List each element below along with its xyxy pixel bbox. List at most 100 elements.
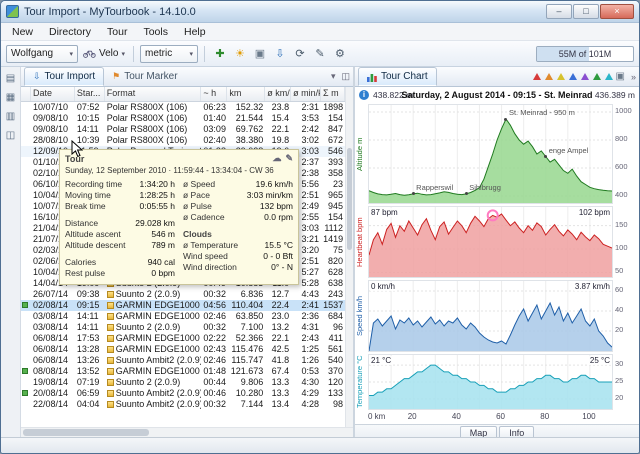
title-bar[interactable]: Tour Import - MyTourbook - 14.10.0 – □ ×	[1, 1, 639, 23]
horizontal-scrollbar[interactable]	[21, 427, 353, 437]
table-row[interactable]: 09/08/1014:11Polar RS800X (106)03:0969.7…	[21, 124, 345, 135]
graph-power-button[interactable]	[545, 73, 553, 80]
table-row[interactable]: 02/08/1409:15GARMIN EDGE1000 (2.30)04:56…	[21, 300, 345, 311]
column-header[interactable]: Format	[105, 87, 202, 101]
menu-directory[interactable]: Directory	[41, 25, 99, 39]
temperature-chart[interactable]: Temperature °C 21 °C25 °C 202530	[355, 354, 639, 410]
menu-tools[interactable]: Tools	[135, 25, 176, 39]
x-axis-tick: 20	[408, 412, 417, 421]
graph-speed-button[interactable]	[569, 73, 577, 80]
table-row[interactable]: 22/08/1404:04Suunto Ambit2 (2.0.9)00:327…	[21, 399, 345, 410]
mouse-cursor	[71, 140, 83, 158]
memory-monitor[interactable]: 55M of 101M	[536, 46, 634, 62]
table-row[interactable]: 09/08/1010:15Polar RS800X (106)01:4021.5…	[21, 113, 345, 124]
tooltip-stat: ø Cadence0.0 rpm	[183, 212, 293, 223]
chart-annotation: St. Meinrad - 950 m	[509, 108, 575, 117]
menu-tour[interactable]: Tour	[99, 25, 135, 39]
heartbeat-chart[interactable]: Heartbeat bpm 87 bpm102 bpm 50100150	[355, 206, 639, 278]
tab-tour-import[interactable]: ⇩ Tour Import	[24, 67, 104, 86]
column-header[interactable]: Σ m	[321, 87, 345, 101]
device-icon	[107, 302, 114, 309]
weather-icon[interactable]: ☁	[272, 153, 281, 164]
column-header[interactable]: Date	[31, 87, 75, 101]
table-row[interactable]: 06/08/1413:26Suunto Ambit2 (2.0.9)02:461…	[21, 355, 345, 366]
column-header[interactable]: ø min/km	[291, 87, 321, 101]
column-header[interactable]	[21, 87, 31, 101]
temperature-plot[interactable]: 21 °C25 °C	[368, 354, 613, 410]
graph-pace-button[interactable]	[581, 73, 589, 80]
table-row[interactable]: 06/08/1413:28GARMIN EDGE1000 (2.30)02:43…	[21, 344, 345, 355]
import-tab-icon: ⇩	[33, 71, 41, 82]
horizontal-scrollbar-thumb[interactable]	[23, 429, 149, 436]
toolbar-overflow-icon[interactable]: »	[628, 72, 639, 82]
photo-icon[interactable]: ▣	[613, 71, 628, 82]
vertical-scrollbar[interactable]	[345, 87, 353, 427]
graph-pulse-button[interactable]	[533, 73, 541, 80]
speed-chart[interactable]: Speed km/h 0 km/h3.87 km/h 204060	[355, 280, 639, 352]
edit-icon[interactable]: ✎	[311, 45, 329, 63]
table-row[interactable]: 10/07/1007:52Polar RS800X (106)06:23152.…	[21, 102, 345, 113]
chart-annotation: Rapperswil	[416, 183, 453, 192]
quick-edit-icon[interactable]: ✎	[285, 153, 293, 164]
vertical-scrollbar-thumb[interactable]	[347, 148, 352, 250]
x-axis-tick: 40	[452, 412, 461, 421]
table-row[interactable]: 20/08/1406:59Suunto Ambit2 (2.0.9)00:461…	[21, 388, 345, 399]
tooltip-stat: Calories940 cal	[65, 257, 175, 268]
menu-new[interactable]: New	[4, 25, 41, 39]
speed-plot[interactable]: 0 km/h3.87 km/h	[368, 280, 613, 352]
table-row[interactable]: 03/08/1414:11GARMIN EDGE1000 (2.30)02:46…	[21, 311, 345, 322]
measurement-combobox[interactable]: metric ▾	[140, 45, 198, 63]
menu-bar: New Directory Tour Tools Help	[1, 23, 639, 41]
heartbeat-plot[interactable]: 87 bpm102 bpm	[368, 206, 613, 278]
table-row[interactable]: 28/08/1010:39Polar RS800X (106)02:4038.3…	[21, 135, 345, 146]
table-row[interactable]: 06/08/1417:53GARMIN EDGE1000 (2.30)02:22…	[21, 333, 345, 344]
minimize-button[interactable]: –	[546, 4, 572, 19]
person-combobox[interactable]: Wolfgang ▾	[6, 45, 78, 63]
photo-gallery-icon[interactable]: ▣	[251, 45, 269, 63]
menu-help[interactable]: Help	[176, 25, 214, 39]
device-icon	[107, 291, 114, 298]
table-row[interactable]: 03/08/1414:11Suunto 2 (2.0.9)00:327.1001…	[21, 322, 345, 333]
speed-y-axis: 204060	[613, 280, 639, 352]
tour-info-icon[interactable]: i	[359, 90, 369, 100]
column-header[interactable]: ø km/h	[265, 87, 291, 101]
create-tour-icon[interactable]: ✚	[211, 45, 229, 63]
calendar-icon[interactable]: ▦	[3, 89, 19, 105]
statistics-icon[interactable]: ▥	[3, 108, 19, 124]
device-icon	[107, 324, 114, 331]
column-header[interactable]: ~ h	[201, 87, 227, 101]
tooltip-stat: Altitude ascent546 m	[65, 229, 175, 240]
tab-tour-marker[interactable]: ⚑ Tour Marker	[104, 67, 185, 86]
device-icon	[107, 401, 114, 408]
graph-altitude-button[interactable]	[593, 73, 601, 80]
altitude-plot[interactable]: RapperswilSihlbruggSt. Meinrad - 950 men…	[368, 104, 613, 204]
column-header[interactable]: Star...	[75, 87, 105, 101]
tooltip-stat: Wind speed0 - 0 Bft	[183, 251, 293, 262]
y-axis-tick: 100	[615, 243, 628, 252]
maximize-view-icon[interactable]: ◫	[338, 71, 353, 82]
maximize-button[interactable]: □	[573, 4, 599, 19]
table-row[interactable]: 19/08/1407:19Suunto 2 (2.0.9)00:449.8061…	[21, 377, 345, 388]
left-tab-bar: ⇩ Tour Import ⚑ Tour Marker ▾ ◫	[21, 67, 353, 87]
settings-icon[interactable]: ⚙	[331, 45, 349, 63]
table-row[interactable]: 08/08/1413:52GARMIN EDGE1000 (2.30)01:48…	[21, 366, 345, 377]
altitude-chart[interactable]: Altitude m RapperswilSihlbruggSt. Meinra…	[355, 104, 639, 204]
tour-compare-icon[interactable]: ◫	[3, 127, 19, 143]
tooltip-stat: Wind direction0° - N	[183, 262, 293, 273]
close-button[interactable]: ×	[600, 4, 634, 19]
column-header[interactable]: km	[227, 87, 265, 101]
tour-type-button[interactable]: Velo ▾	[81, 45, 127, 63]
table-row[interactable]: 26/07/1409:38Suunto 2 (2.0.9)00:326.8361…	[21, 289, 345, 300]
graph-gradient-button[interactable]	[557, 73, 565, 80]
view-menu-icon[interactable]: ▾	[328, 71, 339, 82]
y-axis-tick: 600	[615, 162, 628, 171]
graph-temperature-button[interactable]	[605, 73, 613, 80]
flag-icon: ⚑	[112, 71, 120, 82]
tab-tour-chart[interactable]: Tour Chart	[358, 67, 437, 86]
tour-book-icon[interactable]: ▤	[3, 70, 19, 86]
device-icon	[107, 335, 114, 342]
weather-icon[interactable]: ☀	[231, 45, 249, 63]
import-icon[interactable]: ⇩	[271, 45, 289, 63]
refresh-icon[interactable]: ⟳	[291, 45, 309, 63]
tooltip-stat: Moving time1:28:25 h	[65, 190, 175, 201]
